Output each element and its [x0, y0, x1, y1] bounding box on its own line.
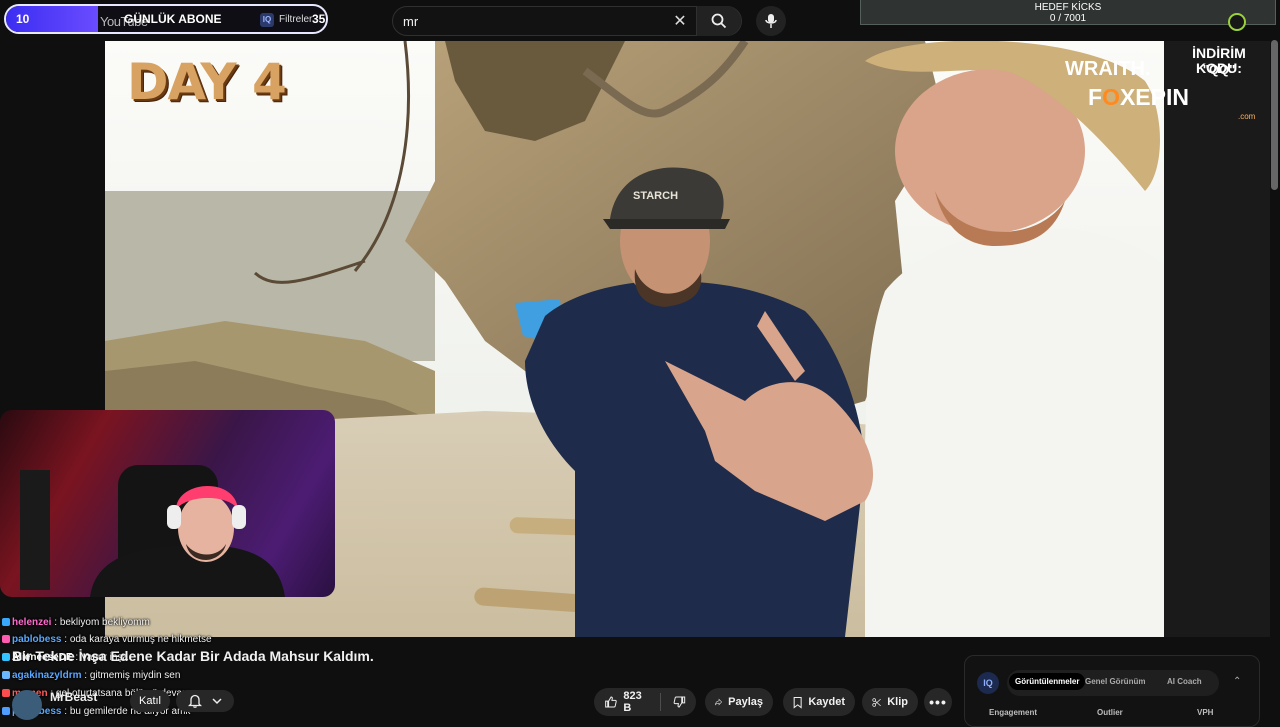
search-bar[interactable]: mr ✕ [392, 6, 742, 36]
metric-outlier: Outlier [1097, 708, 1123, 717]
chat-username[interactable]: pablobess [12, 634, 61, 645]
search-button[interactable] [696, 6, 741, 36]
wraith-logo: WRAITH. [1065, 58, 1151, 80]
chat-separator: : [51, 617, 60, 628]
chat-text: bekliyom bekliyomm [59, 617, 150, 628]
chat-badge-icon [2, 653, 10, 662]
microphone-icon [765, 14, 777, 28]
goal-target: 35 [312, 12, 326, 26]
like-icon[interactable] [604, 694, 617, 710]
bell-icon [188, 694, 202, 708]
chat-message: agakinazyldrm : gitmemiş miydin sen [2, 667, 180, 684]
chat-message: pablobess : oda karaya vurmuş ne hikmets… [2, 631, 212, 648]
chat-text: gitmemiş miydin sen [89, 670, 181, 681]
filters-button[interactable]: Filtreler [279, 14, 312, 25]
goal-title: GÜNLÜK ABONE [124, 12, 222, 26]
foxepin-logo-prefix: F [1088, 84, 1103, 110]
foxepin-logo-suffix: XEPIN [1119, 84, 1189, 110]
chat-badge-icon [2, 618, 10, 627]
voice-search-button[interactable] [756, 6, 786, 36]
profile-avatar[interactable] [1228, 13, 1246, 31]
iq-logo-icon: IQ [977, 672, 999, 694]
streamer-webcam [0, 410, 335, 597]
clip-button[interactable]: Klip [862, 688, 918, 716]
analytics-tabs: Görüntülenmeler Genel Görünüm AI Coach [1007, 670, 1219, 696]
channel-name[interactable]: MrBeast [50, 690, 97, 704]
iq-badge-icon[interactable]: IQ [260, 13, 274, 27]
search-icon [711, 13, 727, 29]
clip-label: Klip [887, 696, 908, 708]
dislike-icon[interactable] [673, 694, 686, 710]
like-divider [659, 693, 661, 711]
chevron-down-icon [212, 698, 222, 705]
chat-separator: : [61, 634, 70, 645]
page-scrollbar[interactable] [1271, 40, 1278, 190]
tab-ai-coach[interactable]: AI Coach [1167, 677, 1202, 686]
metric-engagement: Engagement [989, 708, 1038, 717]
chat-badge-icon [2, 635, 10, 644]
webcam-frame [20, 465, 285, 597]
chat-separator: : [81, 670, 90, 681]
share-label: Paylaş [728, 696, 763, 708]
kicks-goal-progress: 0 / 7001 [1049, 13, 1087, 24]
chat-username[interactable]: helenzei [12, 617, 51, 628]
kicks-goal: HEDEF KİCKS 0 / 7001 [860, 0, 1276, 25]
right-column [1164, 41, 1270, 637]
scissors-icon [872, 697, 881, 707]
foxepin-logo: FOXEPIN [1088, 84, 1189, 111]
tab-overview[interactable]: Genel Görünüm [1085, 677, 1145, 686]
save-button[interactable]: Kaydet [783, 688, 855, 716]
chat-text: oda karaya vurmuş ne hikmetse [69, 634, 212, 645]
like-dislike-group: 823 B [594, 688, 696, 716]
chat-text: bu gemilerde ne alıyor amk [69, 706, 191, 717]
subscription-bell-button[interactable] [176, 690, 234, 712]
channel-avatar[interactable] [12, 690, 42, 720]
chat-username[interactable]: agakinazyldrm [12, 670, 81, 681]
search-input[interactable]: mr [403, 14, 664, 29]
kicks-goal-title: HEDEF KİCKS [1034, 2, 1102, 13]
video-title: Bir Tekne İnşa Edene Kadar Bir Adada Mah… [12, 648, 374, 664]
collapse-chevron-icon[interactable]: ⌃ [1233, 676, 1241, 687]
share-button[interactable]: Paylaş [705, 688, 773, 716]
foxepin-logo-o: O [1102, 84, 1120, 110]
daily-subscriber-goal: 10 YouTube GÜNLÜK ABONE IQ Filtreler 35 [4, 4, 328, 34]
bookmark-icon [793, 696, 802, 709]
tab-views[interactable]: Görüntülenmeler [1009, 673, 1086, 690]
metric-vph: VPH [1197, 708, 1214, 717]
analytics-panel: IQ Görüntülenmeler Genel Görünüm AI Coac… [964, 655, 1260, 727]
save-label: Kaydet [808, 696, 845, 708]
chat-separator: : [61, 706, 70, 717]
share-icon [715, 698, 723, 706]
join-button[interactable]: Katıl [130, 690, 170, 712]
day-label: DAY 4 [127, 53, 287, 111]
chat-badge-icon [2, 671, 10, 680]
foxepin-domain: .com [1238, 112, 1256, 121]
more-icon: ••• [929, 694, 947, 710]
discount-code: "QQ" [1202, 62, 1236, 77]
like-count[interactable]: 823 B [623, 690, 647, 714]
cap-logo-text: STARCH [633, 190, 678, 202]
more-actions-button[interactable]: ••• [924, 688, 952, 716]
goal-current: 10 [16, 12, 30, 26]
chat-badge-icon [2, 689, 10, 698]
chat-message: helenzei : bekliyom bekliyomm [2, 614, 150, 631]
chat-badge-icon [2, 707, 10, 716]
clear-search-icon[interactable]: ✕ [664, 11, 696, 31]
